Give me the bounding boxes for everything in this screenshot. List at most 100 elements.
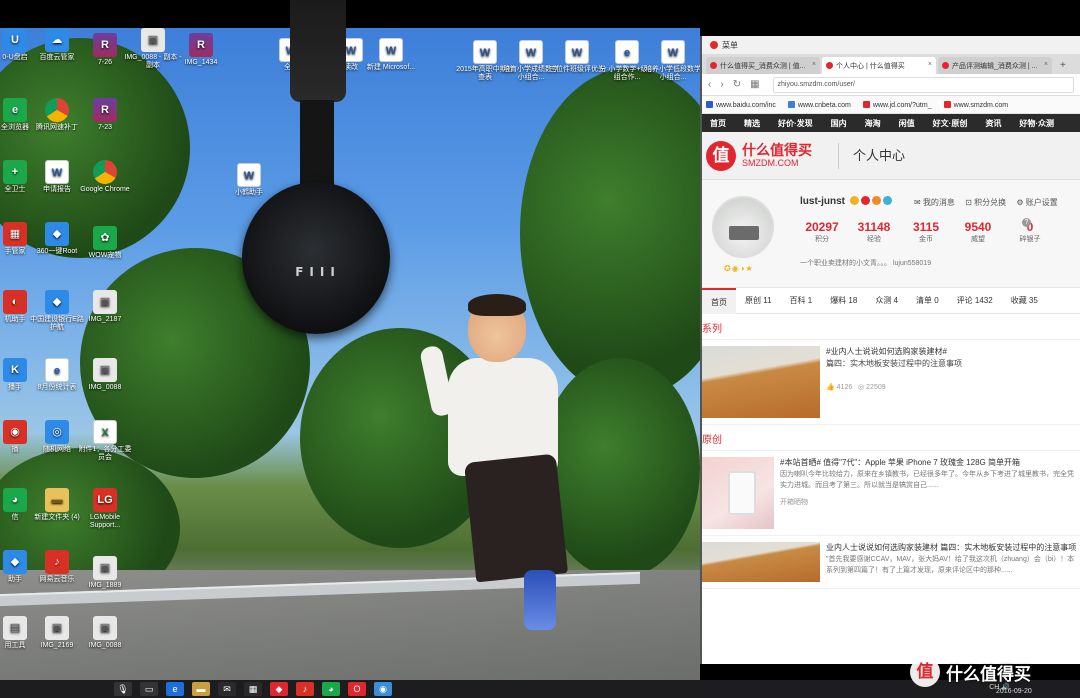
article-title[interactable]: 业内人士说说如何选购家装建材 篇四：实木地板安装过程中的注意事项 [826,542,1080,554]
desktop-shortcut[interactable]: ▣ IMG_1889 [76,556,134,590]
bookmark-favicon-icon [943,100,951,108]
new-tab-button[interactable]: + [1054,60,1072,74]
desktop-shortcut[interactable]: R IMG_1434 [172,33,230,67]
wechat-icon[interactable]: ◕ [322,682,340,696]
profile-tab[interactable]: 清单 0 [907,288,948,314]
stat-label: 碎银子 [1019,236,1041,243]
smzdm-logo-icon[interactable]: 值 [706,140,736,171]
original-heading: 原创 [702,425,1080,451]
bookmark-item[interactable]: www.cnbeta.com [787,100,851,109]
site-logo-text[interactable]: 什么值得买 SMZDM.COM [742,142,812,169]
profile-tab[interactable]: 爆料 18 [821,288,866,314]
desktop-shortcut[interactable]: ▣ IMG_0088 [76,616,134,650]
chrome-taskbar-icon[interactable]: ◉ [374,682,392,696]
bookmark-item[interactable]: www.baidu.com/inc [706,100,776,109]
app-red-icon[interactable]: ◆ [270,682,288,696]
desktop-shortcut[interactable]: Google Chrome [76,160,134,194]
archive-icon: R [93,98,117,122]
shield-icon: + [3,160,27,184]
forward-icon[interactable]: › [720,79,723,90]
desktop-shortcut[interactable]: ▣ IMG_2187 [76,290,134,324]
site-nav-item[interactable]: 精选 [744,118,760,129]
explorer-icon[interactable]: ▬ [192,682,210,696]
site-nav-item[interactable]: 首页 [710,118,726,129]
edge-icon[interactable]: e [166,682,184,696]
mic-icon[interactable]: 🎙 [114,682,132,696]
site-nav-item[interactable]: 好价·发现 [778,118,813,129]
messages-link[interactable]: ✉ 我的消息 [914,198,955,207]
grid-icon[interactable]: ▦ [750,79,759,90]
original-article[interactable]: 业内人士说说如何选购家装建材 篇四：实木地板安装过程中的注意事项 "首先我要感谢… [702,536,1080,589]
shortcut-label: 7-26 [97,59,112,66]
tab-product-review-edit[interactable]: 产品评测编辑_消费众测 | ... × [938,57,1052,74]
desktop-shortcut[interactable]: R 7-23 [76,98,134,132]
menu-label[interactable]: 菜单 [722,41,738,50]
task-view-icon[interactable]: ▭ [140,682,158,696]
netease-icon[interactable]: ♪ [296,682,314,696]
writer-badge-icon [872,196,881,205]
article-subtitle[interactable]: 篇四：实木地板安装过程中的注意事项 [826,358,962,370]
site-nav-item[interactable]: 海淘 [865,118,881,129]
article-thumbnail[interactable] [702,542,820,582]
avatar[interactable] [712,196,774,258]
bookmark-item[interactable]: www.jd.com/?utm_ [862,100,932,109]
profile-tab[interactable]: 评论 1432 [948,288,1002,314]
desktop-shortcut[interactable]: X 附件1：各分工委员会 [76,420,134,462]
series-article[interactable]: #业内人士说说如何选购家装建材# 篇四：实木地板安装过程中的注意事项 👍 412… [702,340,1080,425]
original-article[interactable]: #本站首晒# 值得"7代"：Apple 苹果 iPhone 7 玫瑰金 128G… [702,451,1080,536]
stat-item[interactable]: 31148 经验 [848,220,900,246]
help-icon[interactable]: ? [1022,218,1031,227]
close-tab-icon[interactable]: × [812,61,816,68]
account-settings-link[interactable]: ⚙ 账户设置 [1016,198,1057,207]
browser-titlebar[interactable]: 菜单 [702,36,1080,54]
desktop-shortcut[interactable]: W 小鹤助手 [220,163,278,197]
desktop-shortcut[interactable]: W 培养小学低段数学小组合... [644,40,700,82]
close-tab-icon[interactable]: × [928,61,932,68]
article-title[interactable]: #业内人士说说如何选购家装建材# [826,346,962,358]
stat-label: 积分 [815,236,829,243]
desktop-shortcut[interactable]: LG LGMobile Support... [76,488,134,530]
like-icon[interactable]: 👍 [826,384,835,391]
close-tab-icon[interactable]: × [1044,61,1048,68]
article-thumbnail[interactable] [702,346,820,418]
article-tag[interactable]: 开箱晒物 [780,497,1080,509]
shortcut-label: 读改 [344,64,358,71]
word-icon: W [379,38,403,62]
back-icon[interactable]: ‹ [708,79,711,90]
article-title[interactable]: #本站首晒# 值得"7代"：Apple 苹果 iPhone 7 玫瑰金 128G… [780,457,1080,469]
medal-icons: ✪◉◑★ [724,264,754,273]
site-nav-item[interactable]: 闲值 [899,118,915,129]
tab-consumer-review[interactable]: 什么值得买_消费众测 | 值... × [706,57,820,74]
image-icon: ▣ [93,616,117,640]
site-nav-item[interactable]: 国内 [831,118,847,129]
profile-tab[interactable]: 众测 4 [866,288,907,314]
desktop-shortcut[interactable]: ▣ IMG_0088 [76,358,134,392]
stat-item[interactable]: 20297 积分 [796,220,848,246]
user-bio: 一个职业卖建材的小文青。。。 lujun558019 [800,260,932,267]
address-bar[interactable]: zhiyou.smzdm.com/user/ [772,76,1074,93]
folder-icon: ▬ [45,488,69,512]
profile-tab[interactable]: 首页 [702,287,736,314]
desktop-shortcut[interactable]: ✿ WOW宠物 [76,226,134,260]
site-nav-item[interactable]: 资讯 [985,118,1001,129]
monitor-photo: U 0-U盘启 ☁ 百度云管家 R 7-26 ▣ IMG_0088 - 副本 - 副本 R IMG… [0,0,1080,698]
reload-icon[interactable]: ↻ [733,79,741,90]
points-exchange-link[interactable]: ⊡ 积分兑换 [965,198,1006,207]
desktop-shortcut[interactable]: W 新建 Microsof... [362,38,420,72]
profile-tab[interactable]: 百科 1 [781,288,822,314]
article-thumbnail[interactable] [702,457,774,529]
shortcut-label: IMG_2187 [88,316,122,323]
bookmark-favicon-icon [706,100,713,108]
profile-tab[interactable]: 原创 11 [736,288,781,314]
stat-item[interactable]: 3115 金币 [900,220,952,246]
shortcut-label: 全浏览器 [1,124,29,131]
profile-tab[interactable]: 收藏 35 [1002,288,1047,314]
tab-user-center[interactable]: 个人中心 | 什么值得买 × [822,57,936,74]
site-nav-item[interactable]: 好物·众测 [1019,118,1054,129]
mail-icon[interactable]: ✉ [218,682,236,696]
opera-icon[interactable]: O [348,682,366,696]
bookmark-item[interactable]: www.smzdm.com [943,100,1008,109]
stat-item[interactable]: 9540 威望 [952,220,1004,246]
site-nav-item[interactable]: 好文·原创 [933,118,968,129]
store-icon[interactable]: ▦ [244,682,262,696]
